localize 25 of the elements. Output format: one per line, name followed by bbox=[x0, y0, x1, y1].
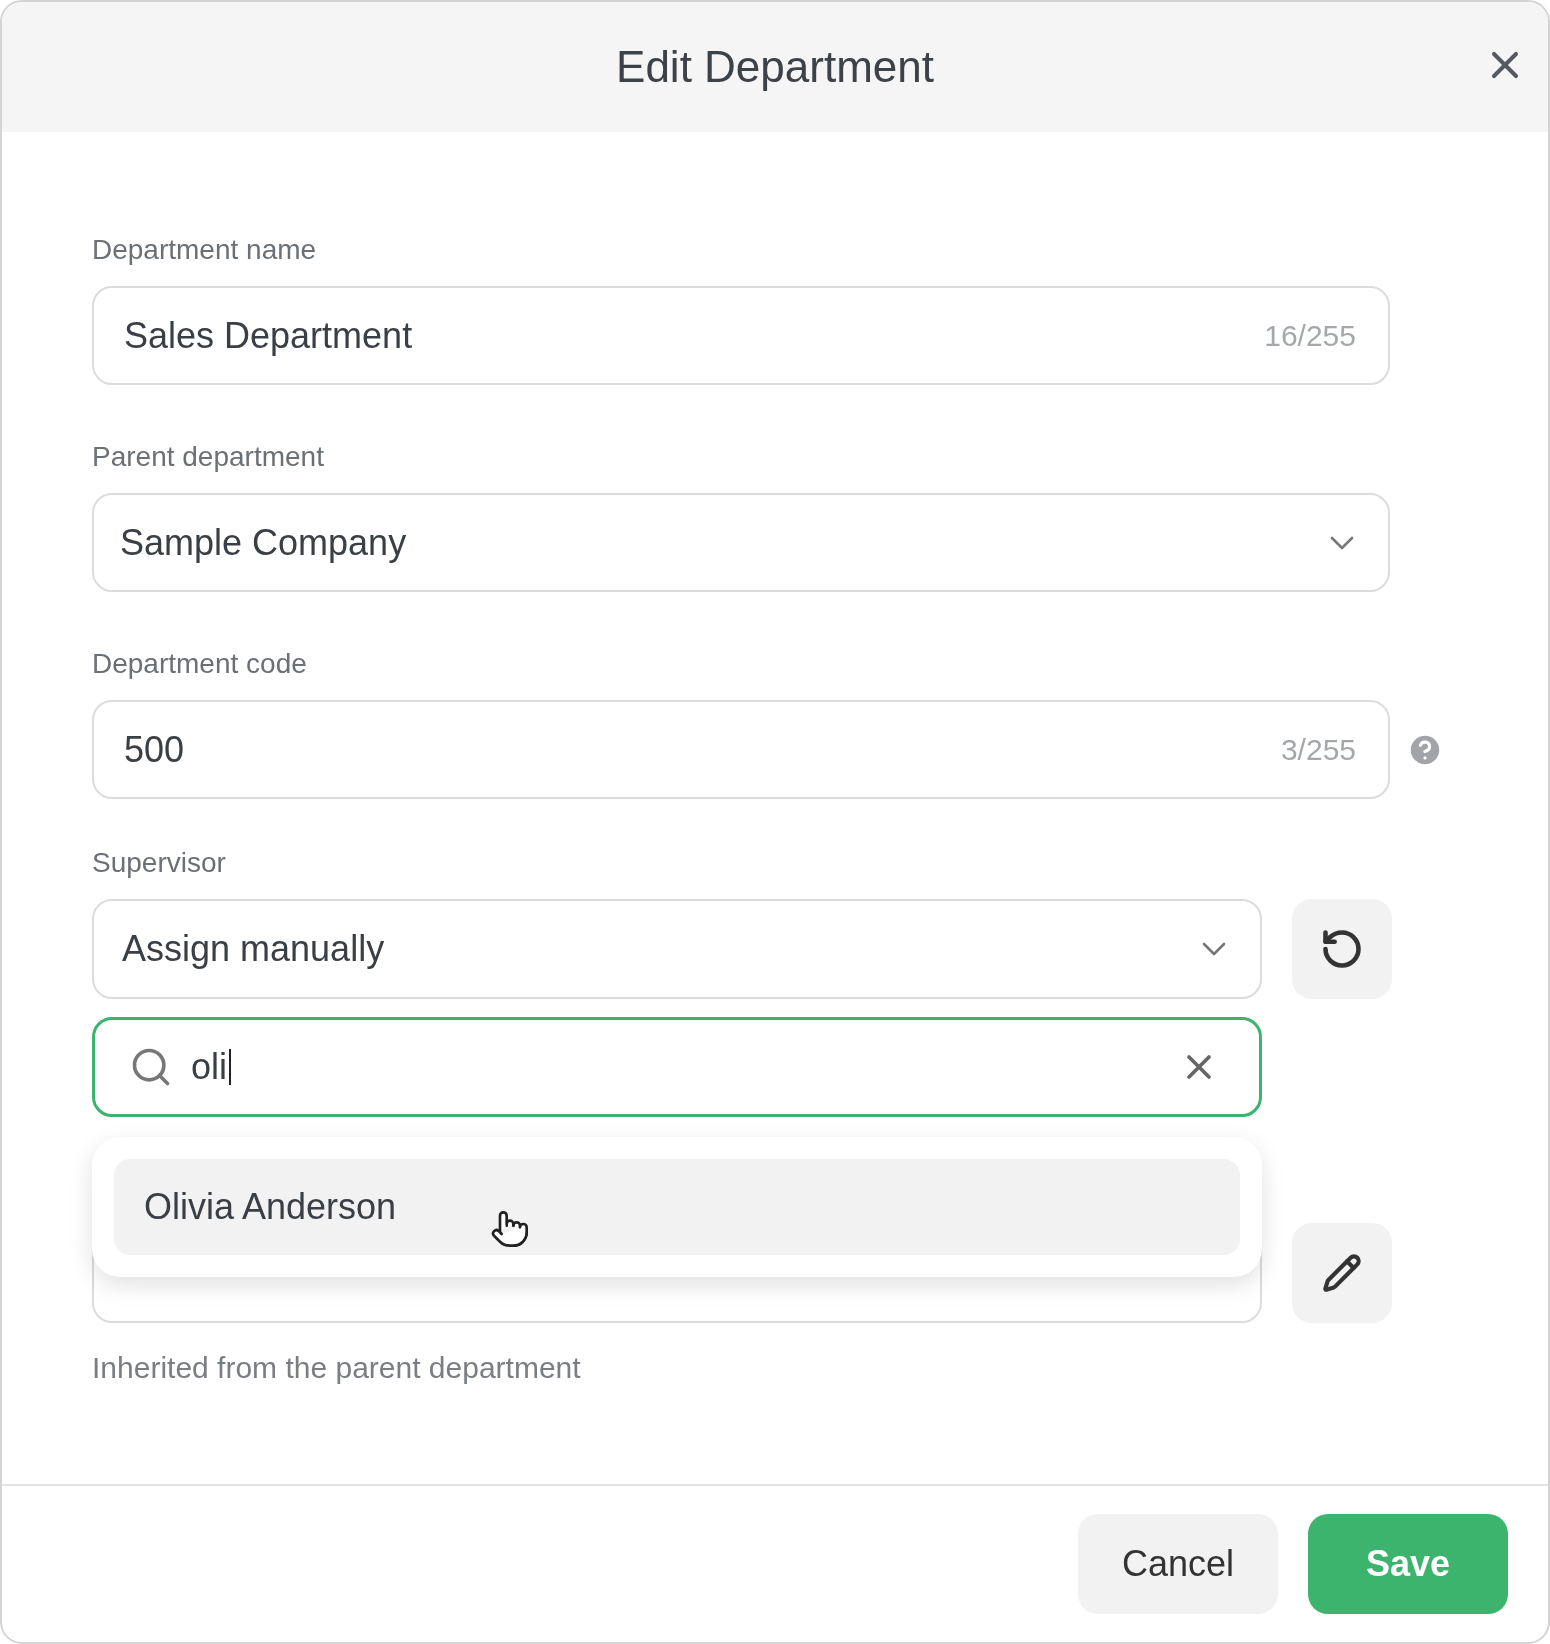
chevron-down-icon bbox=[1202, 942, 1226, 956]
field-label: Supervisor bbox=[92, 849, 227, 877]
hand-cursor-icon bbox=[490, 1209, 530, 1249]
character-counter: 16/255 bbox=[1264, 318, 1356, 354]
chevron-down-icon bbox=[1330, 535, 1354, 550]
rotate-icon bbox=[1320, 927, 1364, 971]
pencil-icon bbox=[1322, 1253, 1362, 1293]
cancel-button[interactable]: Cancel bbox=[1078, 1514, 1278, 1614]
search-value: oli bbox=[191, 1049, 232, 1085]
character-counter: 3/255 bbox=[1280, 732, 1356, 768]
edit-button[interactable] bbox=[1292, 1223, 1392, 1323]
dialog-title: Edit Department bbox=[616, 41, 934, 93]
field-label: Department code bbox=[92, 650, 308, 678]
text-field[interactable]: Sales Department 16/255 bbox=[92, 286, 1390, 385]
reset-button[interactable] bbox=[1292, 899, 1392, 999]
field-value: 500 bbox=[124, 727, 185, 772]
text-field[interactable]: 500 3/255 bbox=[92, 700, 1390, 799]
field-label: Department name bbox=[92, 236, 318, 264]
dropdown-option[interactable]: Olivia Anderson bbox=[114, 1159, 1240, 1255]
hint-text: Inherited from the parent department bbox=[92, 1350, 582, 1386]
search-field[interactable]: oli bbox=[92, 1017, 1262, 1117]
field-value: Sales Department bbox=[124, 313, 413, 358]
field-label: Parent department bbox=[92, 443, 325, 471]
select-field[interactable]: Assign manually bbox=[92, 899, 1262, 999]
select-field[interactable]: Sample Company bbox=[92, 493, 1390, 592]
